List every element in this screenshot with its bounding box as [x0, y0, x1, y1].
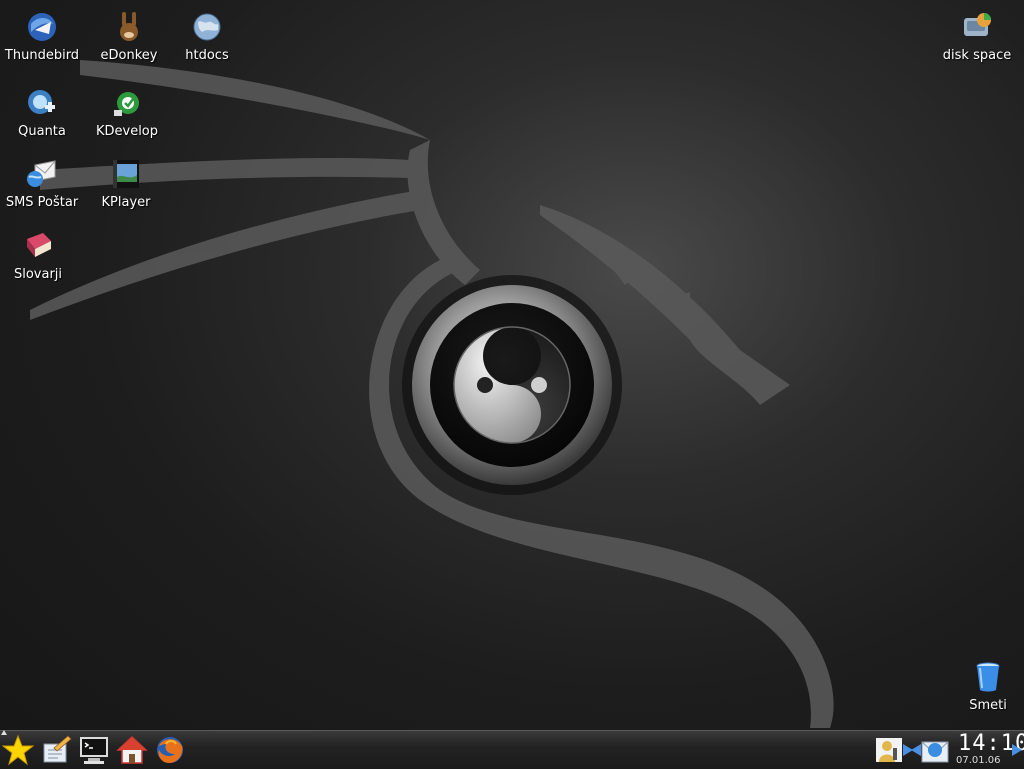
edonkey-icon: [120, 12, 138, 41]
tray-collapse-arrow-icon[interactable]: [911, 744, 921, 756]
home-icon[interactable]: [116, 734, 148, 766]
user-icon[interactable]: [875, 734, 903, 766]
desktop-icon-thunderbird[interactable]: Thundebird: [0, 10, 87, 64]
desktop-icon-label: Thundebird: [4, 48, 80, 63]
taskbar: 14:10 07.01.06: [0, 730, 1024, 769]
desktop-icon-slovarji[interactable]: Slovarji: [0, 229, 83, 283]
quanta-icon: [28, 90, 55, 114]
desktop-icon-label: Quanta: [18, 124, 66, 139]
desktop-icon-quanta[interactable]: Quanta: [0, 86, 87, 140]
kplayer-icon: [113, 160, 139, 188]
kmenu-star-icon[interactable]: [2, 734, 34, 766]
desktop-icon-kplayer[interactable]: KPlayer: [81, 157, 171, 211]
firefox-icon[interactable]: [154, 734, 186, 766]
desktop-icon-htdocs[interactable]: htdocs: [162, 10, 252, 64]
panel-scroll-right-icon[interactable]: [1012, 744, 1022, 756]
desktop-icon-label: KPlayer: [101, 195, 151, 210]
trash-icon: [976, 662, 1000, 692]
text-editor-icon[interactable]: [40, 734, 72, 766]
mail-monitor-icon[interactable]: [921, 734, 951, 766]
thunderbird-icon: [28, 13, 56, 41]
desktop-icon-smeti[interactable]: Smeti: [943, 660, 1024, 714]
sms-mail-icon: [27, 160, 56, 187]
kdevelop-icon: [114, 92, 139, 116]
desktop-icon-sms-postar[interactable]: SMS Poštar: [0, 157, 87, 211]
desktop-icon-label: Smeti: [969, 698, 1007, 713]
desktop-icon-disk-space[interactable]: disk space: [932, 10, 1022, 64]
disk-space-icon: [964, 13, 991, 36]
clock-date: 07.01.06: [956, 755, 1001, 766]
terminal-icon[interactable]: [78, 734, 110, 766]
desktop-icon-kdevelop[interactable]: KDevelop: [82, 86, 172, 140]
desktop-icon-label: disk space: [942, 48, 1012, 63]
desktop-icon-edonkey[interactable]: eDonkey: [84, 10, 174, 64]
desktop-icon-label: KDevelop: [95, 124, 159, 139]
desktop-icon-label: eDonkey: [100, 48, 158, 63]
clock[interactable]: 14:10 07.01.06: [952, 731, 1024, 769]
desktop-icon-label: Slovarji: [13, 267, 63, 282]
desktop-icon-label: SMS Poštar: [5, 195, 79, 210]
desktop-icon-label: htdocs: [185, 48, 229, 63]
book-icon: [27, 233, 51, 257]
globe-icon: [193, 13, 221, 41]
